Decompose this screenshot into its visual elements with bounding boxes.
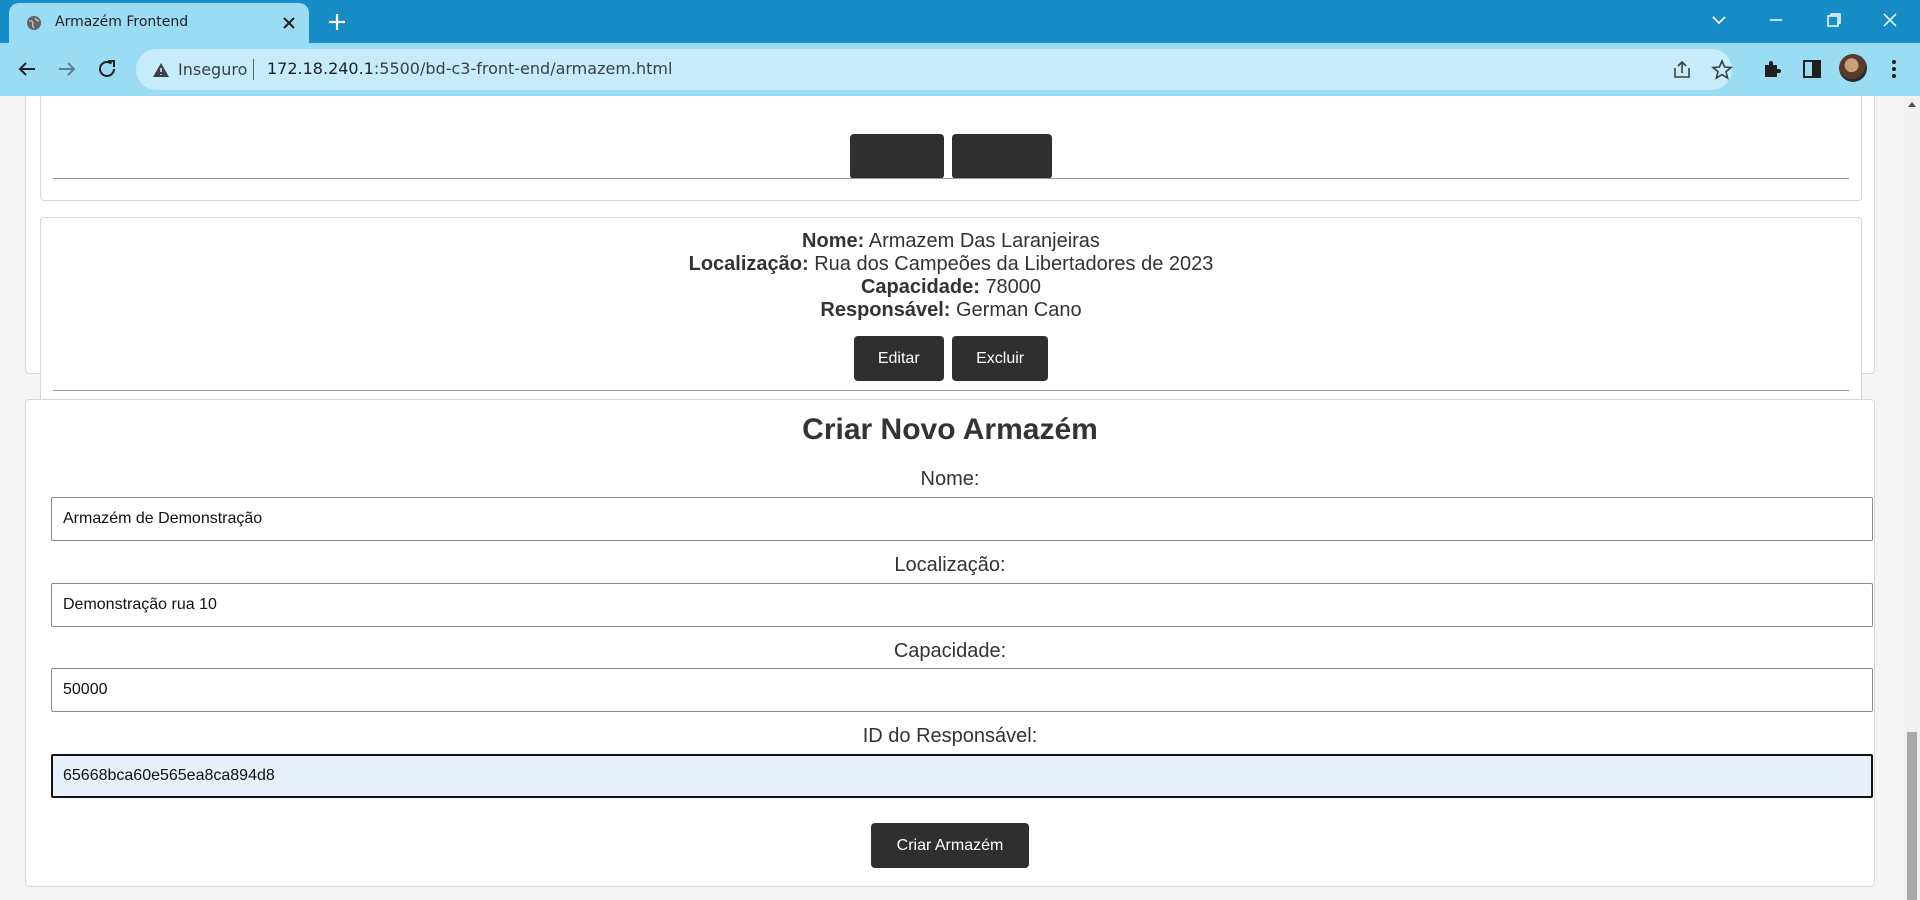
card-divider	[53, 390, 1849, 391]
extensions-puzzle-icon[interactable]	[1760, 57, 1784, 81]
form-title: Criar Novo Armazém	[802, 413, 1098, 446]
close-window-icon[interactable]	[1878, 8, 1902, 32]
share-icon[interactable]	[1671, 59, 1693, 81]
card-actions: Editar Excluir	[41, 336, 1861, 381]
card-divider	[53, 178, 1849, 179]
location-field-label: Localização:	[894, 554, 1006, 576]
minimize-icon[interactable]	[1764, 8, 1788, 32]
warehouse-capacity-line: Capacidade: 78000	[41, 276, 1861, 299]
profile-avatar[interactable]	[1839, 54, 1867, 82]
browser-toolbar: Inseguro 172.18.240.1:5500/bd-c3-front-e…	[0, 43, 1920, 96]
warehouse-card-previous	[40, 96, 1862, 201]
capacity-label: Capacidade:	[860, 276, 980, 298]
manager-id-field-label: ID do Responsável:	[862, 725, 1038, 747]
create-warehouse-button[interactable]: Criar Armazém	[870, 823, 1030, 868]
warehouse-manager-line: Responsável: German Cano	[41, 299, 1861, 322]
address-separator	[253, 59, 254, 80]
url-path: :5500/bd-c3-front-end/armazem.html	[373, 59, 673, 78]
name-field-label: Nome:	[920, 468, 980, 490]
restore-icon[interactable]	[1822, 8, 1846, 32]
manager-id-input[interactable]: 65668bca60e565ea8ca894d8	[51, 754, 1873, 798]
side-panel-icon[interactable]	[1800, 57, 1824, 81]
warehouse-location: Rua dos Campeões da Libertadores de 2023	[814, 253, 1214, 275]
capacity-field-label: Capacidade:	[893, 640, 1007, 662]
menu-kebab-icon[interactable]	[1882, 57, 1906, 81]
page-scrollbar[interactable]	[1904, 96, 1920, 900]
globe-icon	[27, 16, 41, 30]
forward-arrow-icon[interactable]	[55, 57, 79, 81]
warehouse-manager: German Cano	[956, 299, 1082, 321]
browser-tab[interactable]: Armazém Frontend	[9, 3, 309, 43]
delete-button-previous[interactable]	[952, 134, 1053, 179]
warehouse-details: Nome: Armazem Das Laranjeiras Localizaçã…	[41, 218, 1861, 322]
scrollbar-thumb[interactable]	[1907, 732, 1917, 900]
warehouse-capacity: 78000	[985, 276, 1042, 298]
warehouse-location-line: Localização: Rua dos Campeões da Liberta…	[41, 253, 1861, 276]
tab-title: Armazém Frontend	[55, 14, 189, 30]
tab-search-icon[interactable]	[1707, 8, 1731, 32]
security-status[interactable]: Inseguro	[178, 60, 247, 79]
edit-button[interactable]: Editar	[853, 336, 944, 381]
name-label: Nome:	[802, 230, 865, 252]
browser-tab-bar: Armazém Frontend	[0, 0, 1920, 43]
url-host: 172.18.240.1	[267, 59, 374, 78]
url-text[interactable]: 172.18.240.1:5500/bd-c3-front-end/armaze…	[267, 59, 672, 78]
bookmark-star-icon[interactable]	[1711, 59, 1733, 81]
back-arrow-icon[interactable]	[15, 57, 39, 81]
warehouse-name-line: Nome: Armazem Das Laranjeiras	[41, 230, 1861, 253]
reload-icon[interactable]	[95, 57, 119, 81]
manager-label: Responsável:	[820, 299, 951, 321]
warehouse-name: Armazem Das Laranjeiras	[868, 230, 1100, 252]
location-input[interactable]: Demonstração rua 10	[51, 583, 1873, 627]
new-tab-icon[interactable]	[326, 11, 348, 33]
delete-button[interactable]: Excluir	[952, 336, 1049, 381]
create-warehouse-form: Criar Novo Armazém Nome: Armazém de Demo…	[25, 399, 1875, 887]
submit-area: Criar Armazém	[26, 823, 1874, 868]
location-label: Localização:	[688, 253, 809, 275]
page-viewport: Nome: Armazem Das Laranjeiras Localizaçã…	[0, 96, 1904, 900]
warehouse-list: Nome: Armazem Das Laranjeiras Localizaçã…	[25, 96, 1875, 415]
capacity-input[interactable]: 50000	[51, 668, 1873, 712]
scroll-up-arrow-icon[interactable]	[1908, 102, 1916, 107]
card-actions	[41, 134, 1861, 184]
address-bar[interactable]: Inseguro 172.18.240.1:5500/bd-c3-front-e…	[136, 49, 1733, 90]
warning-icon[interactable]	[152, 61, 170, 79]
close-tab-icon[interactable]	[279, 13, 299, 33]
name-input[interactable]: Armazém de Demonstração	[51, 497, 1873, 541]
edit-button-previous[interactable]	[849, 134, 944, 179]
warehouse-card: Nome: Armazem Das Laranjeiras Localizaçã…	[40, 217, 1862, 415]
